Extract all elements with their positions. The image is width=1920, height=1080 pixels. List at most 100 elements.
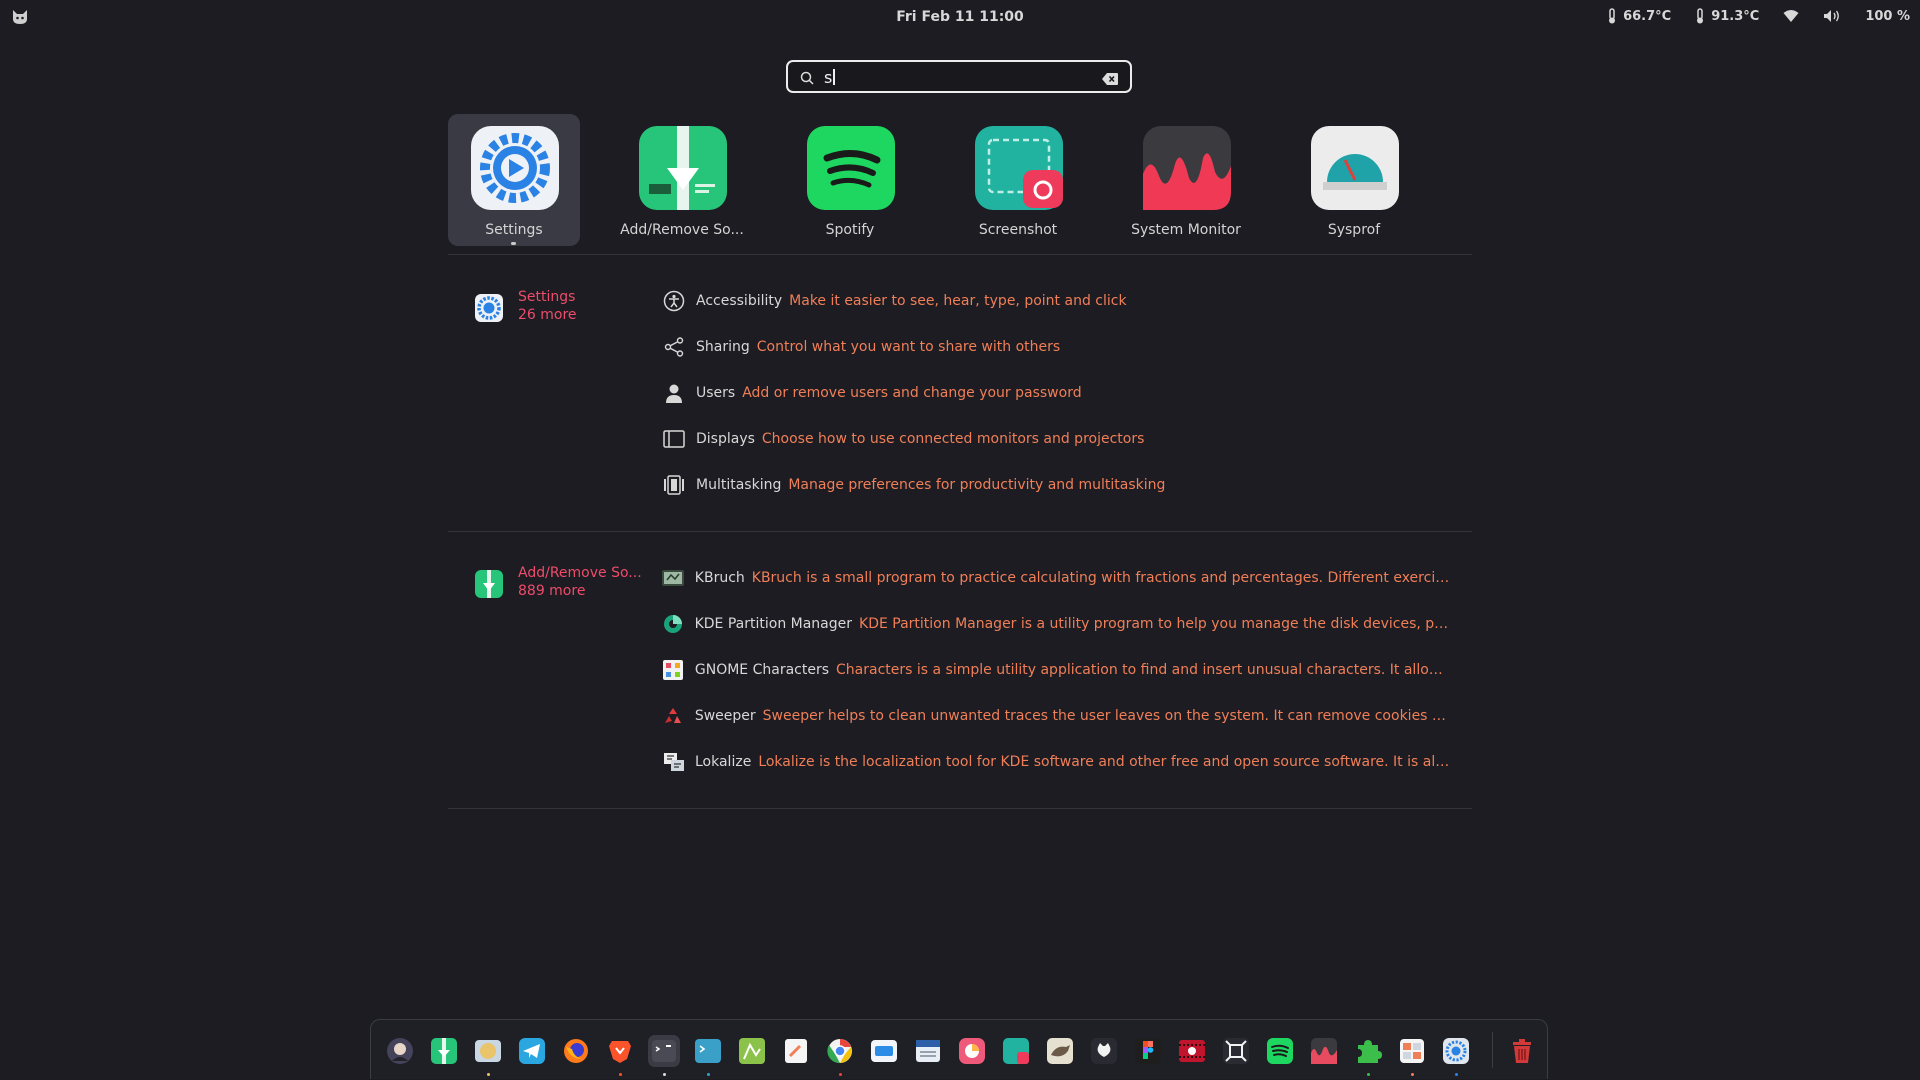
sweeper-icon <box>662 704 685 728</box>
result-kde-partition-manager[interactable]: KDE Partition Manager KDE Partition Mana… <box>662 612 1452 636</box>
result-title: Sharing <box>696 339 750 355</box>
dock-video-icon[interactable] <box>1176 1035 1208 1067</box>
add-remove-software-icon <box>474 569 504 599</box>
result-title: Sweeper <box>694 708 756 724</box>
dock-settings-icon[interactable] <box>1440 1035 1472 1076</box>
divider <box>448 254 1472 255</box>
screenshot-icon <box>973 124 1065 212</box>
settings-icon <box>474 293 504 323</box>
dock-gimp-icon[interactable] <box>1044 1035 1076 1067</box>
dock-files-icon[interactable] <box>472 1035 504 1076</box>
app-label: Add/Remove So... <box>620 222 744 238</box>
dock-screen-tool-icon[interactable] <box>1220 1035 1252 1067</box>
display-icon <box>662 427 686 451</box>
result-users[interactable]: Users Add or remove users and change you… <box>662 381 1082 405</box>
gpu-temperature: 91.3°C <box>1711 8 1760 24</box>
result-title: KDE Partition Manager <box>694 616 853 632</box>
provider-name: Add/Remove So... <box>518 565 642 581</box>
app-system-monitor[interactable]: System Monitor <box>1120 114 1252 246</box>
divider <box>448 531 1472 532</box>
search-icon <box>800 70 814 89</box>
volume-icon <box>1823 9 1841 23</box>
share-icon <box>662 335 686 359</box>
dock-extensions-icon[interactable] <box>1352 1035 1384 1076</box>
result-lokalize[interactable]: Lokalize Lokalize is the localization to… <box>662 750 1452 774</box>
thermometer-icon <box>1695 8 1705 24</box>
result-multitasking[interactable]: Multitasking Manage preferences for prod… <box>662 473 1165 497</box>
dock-figma-icon[interactable] <box>1132 1035 1164 1067</box>
wifi-icon <box>1783 9 1799 23</box>
sysprof-icon <box>1309 124 1401 212</box>
result-title: Accessibility <box>696 293 783 309</box>
dock-github-icon[interactable] <box>1088 1035 1120 1067</box>
app-label: Sysprof <box>1327 222 1381 238</box>
result-title: Multitasking <box>696 477 782 493</box>
provider-more: 889 more <box>518 583 586 599</box>
dock-mail-icon[interactable] <box>868 1035 900 1067</box>
result-description: KBruch is a small program to practice ca… <box>751 570 1452 586</box>
dock-photos-icon[interactable] <box>956 1035 988 1067</box>
add-remove-software-icon <box>637 124 729 212</box>
search-entry[interactable]: s <box>786 60 1132 93</box>
dock-tweaks-icon[interactable] <box>1396 1035 1428 1076</box>
lokalize-icon <box>662 750 685 774</box>
dock-console-icon[interactable] <box>692 1035 724 1076</box>
app-spotify[interactable]: Spotify <box>784 114 916 246</box>
result-description: Add or remove users and change your pass… <box>742 385 1082 401</box>
divider <box>448 808 1472 809</box>
result-description: Control what you want to share with othe… <box>756 339 1061 355</box>
settings-icon <box>469 124 561 212</box>
clear-search-icon[interactable] <box>1102 70 1118 89</box>
result-accessibility[interactable]: Accessibility Make it easier to see, hea… <box>662 289 1127 313</box>
result-description: Choose how to use connected monitors and… <box>761 431 1145 447</box>
partition-manager-icon <box>662 612 685 636</box>
app-label: Settings <box>485 222 543 238</box>
user-icon <box>662 381 686 405</box>
app-sysprof[interactable]: Sysprof <box>1288 114 1420 246</box>
dock-software-icon[interactable] <box>428 1035 460 1067</box>
provider-name: Settings <box>518 289 576 305</box>
dock-firefox-icon[interactable] <box>560 1035 592 1067</box>
dock <box>370 1019 1548 1079</box>
dock-system-monitor-icon[interactable] <box>1308 1035 1340 1067</box>
system-tray[interactable]: 66.7°C 91.3°C 100 % <box>1607 8 1910 24</box>
result-title: Lokalize <box>695 754 752 770</box>
top-bar: Fri Feb 11 11:00 66.7°C 91.3°C 100 % <box>0 0 1920 34</box>
dock-calendar-icon[interactable] <box>912 1035 944 1067</box>
app-settings[interactable]: Settings <box>448 114 580 246</box>
result-displays[interactable]: Displays Choose how to use connected mon… <box>662 427 1144 451</box>
kbruch-icon <box>662 566 685 590</box>
system-monitor-icon <box>1141 124 1233 212</box>
result-title: GNOME Characters <box>694 662 830 678</box>
dock-telegram-icon[interactable] <box>516 1035 548 1067</box>
dock-trash-icon[interactable] <box>1506 1035 1538 1067</box>
dock-drawing-icon[interactable] <box>736 1035 768 1067</box>
result-description: Characters is a simple utility applicati… <box>836 662 1452 678</box>
result-description: Manage preferences for productivity and … <box>788 477 1166 493</box>
app-label: Spotify <box>825 222 875 238</box>
app-screenshot[interactable]: Screenshot <box>952 114 1084 246</box>
result-sharing[interactable]: Sharing Control what you want to share w… <box>662 335 1060 359</box>
result-title: Users <box>696 385 736 401</box>
dock-text-editor-icon[interactable] <box>780 1035 812 1067</box>
thermometer-icon <box>1607 8 1617 24</box>
result-gnome-characters[interactable]: GNOME Characters Characters is a simple … <box>662 658 1452 682</box>
dock-brave-icon[interactable] <box>604 1035 636 1076</box>
app-label: System Monitor <box>1131 222 1241 238</box>
result-description: Make it easier to see, hear, type, point… <box>789 293 1127 309</box>
result-title: KBruch <box>694 570 745 586</box>
search-input[interactable]: s <box>824 68 832 87</box>
result-kbruch[interactable]: KBruch KBruch is a small program to prac… <box>662 566 1452 590</box>
dock-separator <box>1492 1032 1493 1068</box>
dock-screenshot-icon[interactable] <box>1000 1035 1032 1067</box>
result-title: Displays <box>696 431 755 447</box>
app-label: Screenshot <box>978 222 1058 238</box>
app-add-remove-software[interactable]: Add/Remove So... <box>616 114 748 246</box>
result-sweeper[interactable]: Sweeper Sweeper helps to clean unwanted … <box>662 704 1452 728</box>
dock-spotify-icon[interactable] <box>1264 1035 1296 1067</box>
dock-chrome-icon[interactable] <box>824 1035 856 1076</box>
dock-terminal-icon[interactable] <box>648 1035 680 1076</box>
spotify-icon <box>805 124 897 212</box>
provider-more: 26 more <box>518 307 577 323</box>
dock-avatar-app-icon[interactable] <box>384 1035 416 1067</box>
